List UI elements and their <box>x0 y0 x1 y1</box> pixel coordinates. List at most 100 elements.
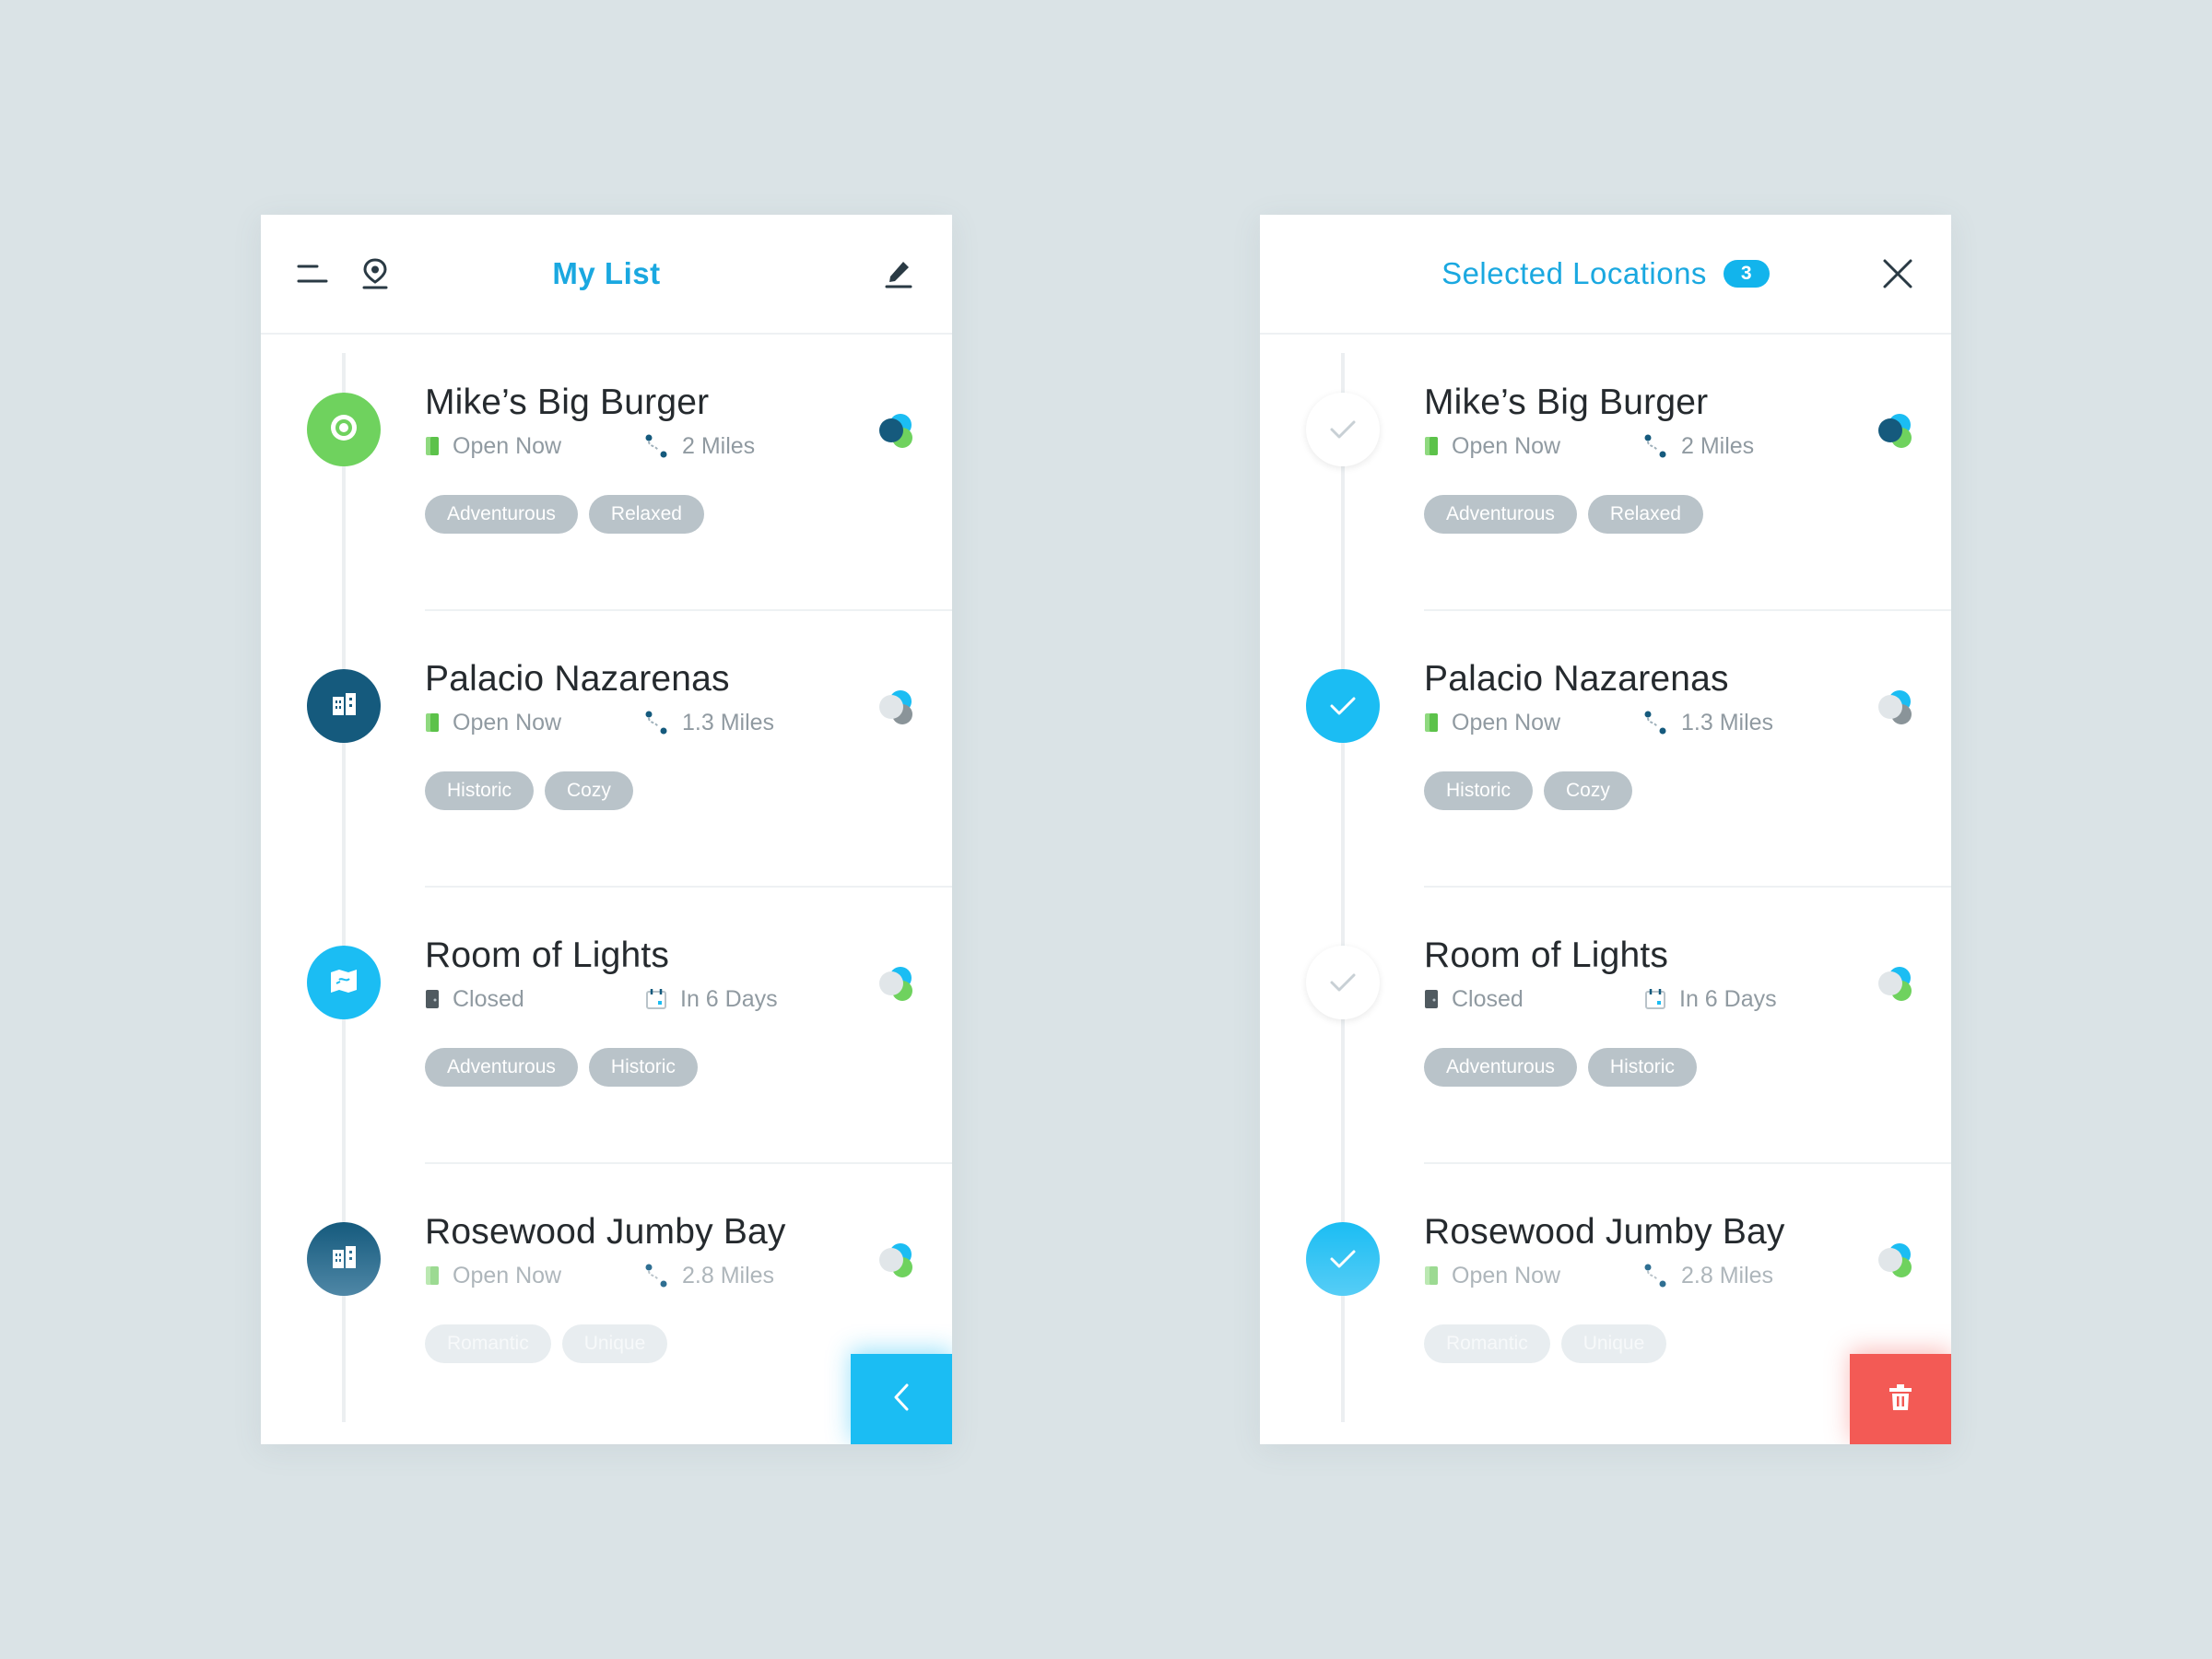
status-text: Open Now <box>453 432 562 459</box>
distance-text: 2 Miles <box>1681 432 1755 459</box>
list-item[interactable]: Room of Lights Closed In 6 Days Adventur… <box>1260 888 1951 1164</box>
status-text: Open Now <box>1452 1262 1561 1288</box>
companions-icon[interactable] <box>877 410 919 453</box>
tag[interactable]: Cozy <box>545 771 633 810</box>
distance: 2.8 Miles <box>1644 1262 1773 1289</box>
location-name: Palacio Nazarenas <box>425 659 730 699</box>
list-item[interactable]: Palacio Nazarenas Open Now 1.3 Miles His… <box>1260 611 1951 888</box>
schedule-text: In 6 Days <box>1679 985 1777 1012</box>
tag[interactable]: Adventurous <box>425 495 578 534</box>
companions-icon[interactable] <box>877 963 919 1006</box>
location-name: Palacio Nazarenas <box>1424 659 1729 699</box>
check-icon <box>1330 973 1356 992</box>
list-item[interactable]: Mike’s Big Burger Open Now 2 Miles Adven… <box>261 335 952 611</box>
distance: 2 Miles <box>1644 432 1754 460</box>
selected-locations-panel: Selected Locations 3 Mike’s Big Burger O… <box>1260 215 1951 1444</box>
page-title: My List <box>261 215 952 333</box>
check-icon <box>1330 697 1356 715</box>
close-icon[interactable] <box>1879 255 1916 292</box>
schedule: In 6 Days <box>1644 985 1777 1013</box>
status: Open Now <box>1424 1262 1560 1289</box>
list-item[interactable]: Palacio Nazarenas Open Now 1.3 Miles His… <box>261 611 952 888</box>
open-door-icon <box>1425 713 1438 732</box>
route-icon <box>645 711 667 735</box>
list-item[interactable]: Mike’s Big Burger Open Now 2 Miles Adven… <box>1260 335 1951 611</box>
selection-checkbox[interactable] <box>1306 1222 1380 1296</box>
status: Closed <box>425 985 524 1013</box>
category-marker <box>307 393 381 466</box>
page-title: Selected Locations 3 <box>1260 215 1951 333</box>
calendar-icon <box>646 989 666 1009</box>
selection-checkbox[interactable] <box>1306 946 1380 1019</box>
tag[interactable]: Adventurous <box>1424 1048 1577 1087</box>
companions-icon[interactable] <box>1876 687 1918 729</box>
tag-list: Romantic Unique <box>425 1324 678 1363</box>
status-text: Open Now <box>453 709 562 735</box>
status: Open Now <box>1424 432 1560 460</box>
tag-list: Historic Cozy <box>425 771 644 810</box>
back-button[interactable] <box>851 1354 952 1444</box>
tag[interactable]: Historic <box>1424 771 1534 810</box>
route-icon <box>1644 1264 1666 1288</box>
selection-checkbox[interactable] <box>1306 669 1380 743</box>
location-name: Mike’s Big Burger <box>1424 382 1709 422</box>
distance-text: 2.8 Miles <box>682 1262 775 1288</box>
selection-checkbox[interactable] <box>1306 393 1380 466</box>
open-door-icon <box>426 713 439 732</box>
chevron-left-icon <box>890 1382 912 1418</box>
tag[interactable]: Romantic <box>425 1324 551 1363</box>
list-item[interactable]: Rosewood Jumby Bay Open Now 2.8 Miles Ro… <box>1260 1164 1951 1441</box>
companions-icon[interactable] <box>877 687 919 729</box>
location-name: Rosewood Jumby Bay <box>425 1212 786 1252</box>
location-name: Mike’s Big Burger <box>425 382 710 422</box>
status: Open Now <box>1424 709 1560 736</box>
distance: 2 Miles <box>645 432 755 460</box>
tag[interactable]: Historic <box>588 1048 698 1087</box>
companions-icon[interactable] <box>1876 963 1918 1006</box>
companions-icon[interactable] <box>877 1240 919 1282</box>
calendar-icon <box>1645 989 1665 1009</box>
tag-list: Historic Cozy <box>1424 771 1643 810</box>
distance: 2.8 Miles <box>645 1262 774 1289</box>
route-icon <box>1644 434 1666 458</box>
tag[interactable]: Relaxed <box>588 495 704 534</box>
list-item[interactable]: Rosewood Jumby Bay Open Now 2.8 Miles Ro… <box>261 1164 952 1441</box>
status: Closed <box>1424 985 1524 1013</box>
distance-text: 1.3 Miles <box>1681 709 1774 735</box>
tag[interactable]: Cozy <box>1544 771 1632 810</box>
route-icon <box>1644 711 1666 735</box>
category-marker <box>307 669 381 743</box>
tag[interactable]: Historic <box>1587 1048 1697 1087</box>
status-text: Closed <box>453 985 524 1012</box>
route-icon <box>645 434 667 458</box>
tag[interactable]: Relaxed <box>1587 495 1703 534</box>
tag[interactable]: Romantic <box>1424 1324 1550 1363</box>
tag[interactable]: Historic <box>425 771 535 810</box>
header: My List <box>261 215 952 335</box>
tag-list: Adventurous Relaxed <box>425 495 715 534</box>
route-icon <box>645 1264 667 1288</box>
status-text: Open Now <box>453 1262 562 1288</box>
distance-text: 2 Miles <box>682 432 756 459</box>
distance-text: 1.3 Miles <box>682 709 775 735</box>
edit-pencil-icon[interactable] <box>880 255 917 292</box>
my-list-panel: My List Mike’s Big Burger Open Now 2 Mil… <box>261 215 952 1444</box>
tag[interactable]: Adventurous <box>1424 495 1577 534</box>
tag[interactable]: Unique <box>561 1324 668 1363</box>
tag[interactable]: Unique <box>1560 1324 1667 1363</box>
tag[interactable]: Adventurous <box>425 1048 578 1087</box>
open-door-icon <box>1425 437 1438 455</box>
map-icon <box>328 965 359 1001</box>
location-name: Room of Lights <box>425 935 670 975</box>
header: Selected Locations 3 <box>1260 215 1951 335</box>
companions-icon[interactable] <box>1876 1240 1918 1282</box>
list-item[interactable]: Room of Lights Closed In 6 Days Adventur… <box>261 888 952 1164</box>
check-icon <box>1330 420 1356 439</box>
closed-door-icon <box>426 990 439 1008</box>
open-door-icon <box>426 1266 439 1285</box>
check-icon <box>1330 1250 1356 1268</box>
schedule-text: In 6 Days <box>680 985 778 1012</box>
location-name: Room of Lights <box>1424 935 1669 975</box>
delete-button[interactable] <box>1850 1354 1951 1444</box>
companions-icon[interactable] <box>1876 410 1918 453</box>
